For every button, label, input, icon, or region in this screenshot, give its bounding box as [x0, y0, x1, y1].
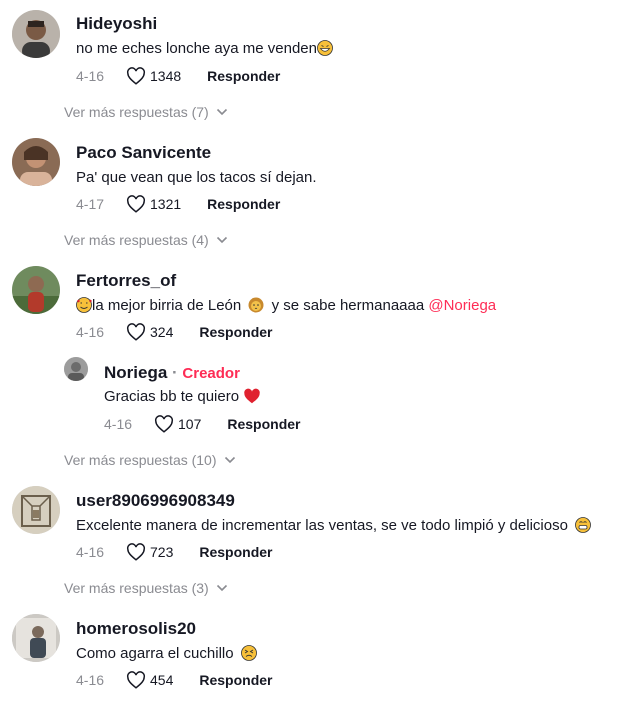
reply-button[interactable]: Responder: [199, 324, 272, 340]
view-more-replies[interactable]: Ver más respuestas (7): [64, 104, 228, 120]
like-count: 107: [178, 416, 202, 432]
comment-username[interactable]: Paco Sanvicente: [76, 143, 211, 163]
comment-username[interactable]: homerosolis20: [76, 619, 196, 639]
view-more-replies-label: Ver más respuestas (4): [64, 232, 209, 248]
like-button[interactable]: 107: [154, 415, 201, 433]
avatar[interactable]: [12, 486, 60, 534]
comment-text: Como agarra el cuchillo: [76, 645, 257, 662]
reply-username-label[interactable]: Noriega: [104, 363, 167, 382]
heart-icon: [127, 323, 145, 341]
reply-meta: 4-16 107 Responder: [104, 415, 300, 433]
like-button[interactable]: 454: [126, 671, 173, 689]
avatar[interactable]: [12, 614, 60, 662]
comment-date: 4-16: [76, 68, 105, 84]
reply-avatar[interactable]: [64, 357, 88, 381]
tired-face-icon: [240, 645, 257, 661]
reply-button[interactable]: Responder: [207, 196, 280, 212]
reply-button[interactable]: Responder: [207, 68, 280, 84]
heart-icon: [127, 543, 145, 561]
view-more-replies-label: Ver más respuestas (3): [64, 580, 209, 596]
comment-username[interactable]: Fertorres_of: [76, 271, 176, 291]
comment-username[interactable]: Hideyoshi: [76, 14, 157, 34]
like-button[interactable]: 1321: [126, 195, 181, 213]
comment-meta: 4-16 723 Responder: [76, 543, 272, 561]
like-count: 723: [150, 544, 174, 560]
like-count: 324: [150, 324, 174, 340]
reply-text: Gracias bb te quiero: [104, 388, 261, 405]
comment-text-body: la mejor birria de León: [92, 297, 242, 314]
heart-icon: [127, 671, 145, 689]
comment-meta: 4-16 324 Responder: [76, 323, 272, 341]
comment-text-body: no me eches lonche aya me venden: [76, 40, 317, 57]
chevron-down-icon: [224, 456, 235, 464]
like-button[interactable]: 324: [126, 323, 173, 341]
heart-icon: [127, 67, 145, 85]
like-count: 454: [150, 672, 174, 688]
mention-link[interactable]: @Noriega: [428, 297, 496, 314]
chevron-down-icon: [216, 236, 227, 244]
view-more-replies-label: Ver más respuestas (7): [64, 104, 209, 120]
reply-text-body: Gracias bb te quiero: [104, 388, 240, 405]
reply-button[interactable]: Responder: [199, 672, 272, 688]
grinning-face-icon: [575, 517, 591, 533]
comment-date: 4-16: [76, 672, 105, 688]
like-count: 1321: [150, 196, 182, 212]
comment-text-body-2: y se sabe hermanaaaa: [271, 297, 425, 314]
view-more-replies[interactable]: Ver más respuestas (3): [64, 580, 228, 596]
reply-button[interactable]: Responder: [199, 544, 272, 560]
view-more-replies[interactable]: Ver más respuestas (4): [64, 232, 228, 248]
comment-text-body: Excelente manera de incrementar las vent…: [76, 517, 568, 534]
reply-date: 4-16: [104, 416, 133, 432]
comment-date: 4-16: [76, 324, 105, 340]
lion-face-icon: [248, 297, 264, 313]
comment-text: Excelente manera de incrementar las vent…: [76, 517, 591, 534]
reply-username: Noriega · Creador: [104, 363, 240, 383]
chevron-down-icon: [216, 108, 227, 116]
comment-text: la mejor birria de León y se sabe herman…: [76, 297, 496, 314]
comment-username[interactable]: user8906996908349: [76, 491, 235, 511]
avatar[interactable]: [12, 138, 60, 186]
view-more-replies[interactable]: Ver más respuestas (10): [64, 452, 236, 468]
smiling-face-with-hearts-icon: [76, 297, 92, 313]
avatar[interactable]: [12, 10, 60, 58]
heart-icon: [155, 415, 173, 433]
comment-text: Pa' que vean que los tacos sí dejan.: [76, 169, 317, 186]
chevron-down-icon: [216, 584, 227, 592]
like-count: 1348: [150, 68, 182, 84]
like-button[interactable]: 723: [126, 543, 173, 561]
comment-meta: 4-17 1321 Responder: [76, 195, 280, 213]
comment-text-body: Como agarra el cuchillo: [76, 645, 234, 662]
reply-button[interactable]: Responder: [227, 416, 300, 432]
comment-text: no me eches lonche aya me venden: [76, 40, 333, 57]
comment-meta: 4-16 454 Responder: [76, 671, 272, 689]
avatar[interactable]: [12, 266, 60, 314]
like-button[interactable]: 1348: [126, 67, 181, 85]
comment-date: 4-17: [76, 196, 105, 212]
view-more-replies-label: Ver más respuestas (10): [64, 452, 217, 468]
separator-dot: ·: [167, 363, 183, 382]
heart-icon: [127, 195, 145, 213]
grinning-face-icon: [317, 40, 333, 56]
creator-badge: Creador: [182, 365, 240, 382]
red-heart-icon: [243, 388, 261, 404]
comment-meta: 4-16 1348 Responder: [76, 67, 280, 85]
comment-date: 4-16: [76, 544, 105, 560]
